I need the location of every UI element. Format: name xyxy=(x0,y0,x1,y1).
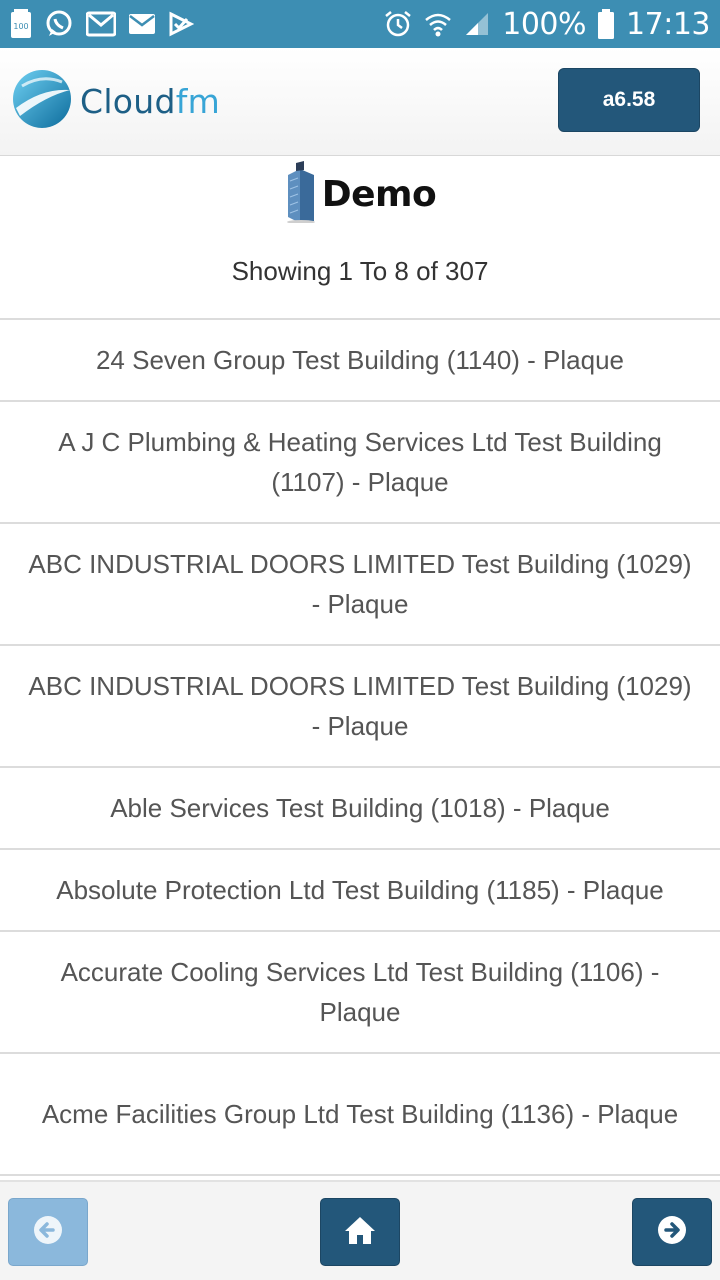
list-item[interactable]: Able Services Test Building (1018) - Pla… xyxy=(0,768,720,850)
list-item[interactable]: Absolute Protection Ltd Test Building (1… xyxy=(0,850,720,932)
battery-saver-icon: 100 xyxy=(10,9,32,39)
whatsapp-icon xyxy=(44,9,74,39)
list-item[interactable]: A J C Plumbing & Heating Services Ltd Te… xyxy=(0,402,720,524)
footer-nav xyxy=(0,1180,720,1280)
arrow-left-circle-icon xyxy=(33,1215,63,1250)
company-title: Demo xyxy=(0,158,720,230)
logo-text: Cloudfm xyxy=(80,82,220,121)
battery-percent: 100% xyxy=(502,6,587,42)
company-name: Demo xyxy=(321,173,437,215)
building-list: 24 Seven Group Test Building (1140) - Pl… xyxy=(0,318,720,1176)
battery-icon xyxy=(598,9,615,39)
list-item[interactable]: ABC INDUSTRIAL DOORS LIMITED Test Buildi… xyxy=(0,646,720,768)
app-header: Cloudfm a6.58 xyxy=(0,48,720,156)
clock: 17:13 xyxy=(626,6,710,42)
gmail-icon xyxy=(86,11,116,37)
mail-icon xyxy=(128,13,156,35)
next-page-button[interactable] xyxy=(632,1198,712,1266)
list-item[interactable]: Acme Facilities Group Ltd Test Building … xyxy=(0,1054,720,1176)
wifi-icon xyxy=(424,11,452,37)
building-icon xyxy=(284,160,318,228)
alarm-icon xyxy=(384,10,412,38)
logo-text-main: Cloud xyxy=(80,82,176,121)
logo-text-accent: fm xyxy=(175,82,221,121)
system-status: 100% 17:13 xyxy=(384,7,710,42)
task-icon xyxy=(168,11,194,37)
signal-icon xyxy=(464,11,490,37)
list-item[interactable]: 24 Seven Group Test Building (1140) - Pl… xyxy=(0,320,720,402)
cloud-logo-icon xyxy=(12,68,72,135)
pagination-summary: Showing 1 To 8 of 307 xyxy=(231,256,489,286)
home-button[interactable] xyxy=(320,1198,400,1266)
version-button[interactable]: a6.58 xyxy=(558,68,700,132)
list-item[interactable]: ABC INDUSTRIAL DOORS LIMITED Test Buildi… xyxy=(0,524,720,646)
previous-page-button[interactable] xyxy=(8,1198,88,1266)
home-icon xyxy=(344,1215,376,1250)
arrow-right-circle-icon xyxy=(657,1215,687,1250)
notification-icons: 100 xyxy=(10,9,194,39)
cloudfm-logo: Cloudfm xyxy=(12,68,220,135)
status-bar: 100 100% 17:13 xyxy=(0,0,720,48)
battery-saver-label: 100 xyxy=(13,22,28,31)
list-item[interactable]: Accurate Cooling Services Ltd Test Build… xyxy=(0,932,720,1054)
